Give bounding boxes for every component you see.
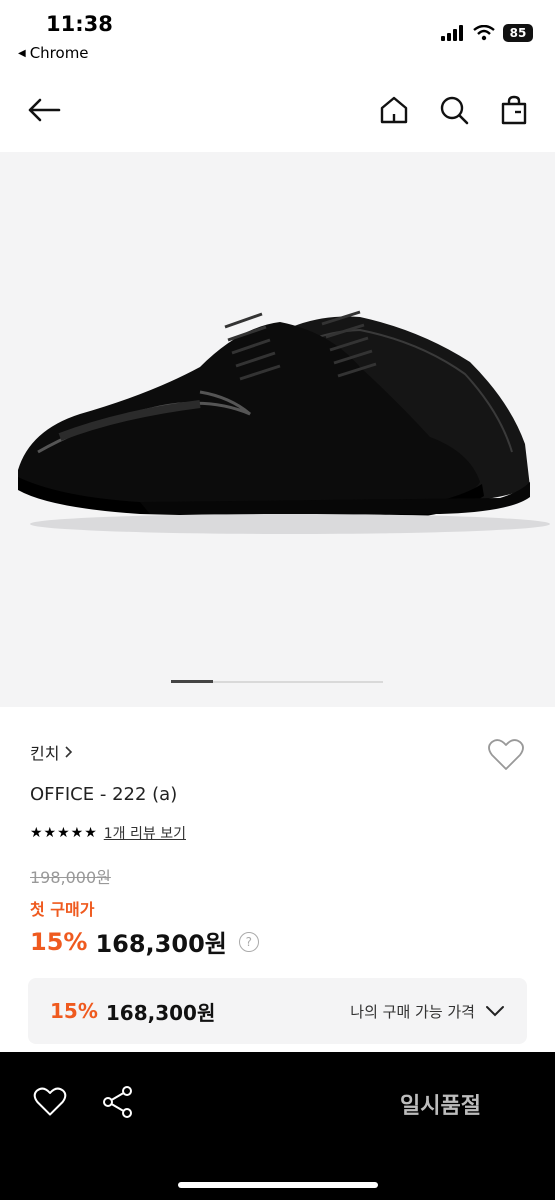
star-rating: ★★★★★ xyxy=(30,825,98,841)
search-icon[interactable] xyxy=(436,92,472,128)
status-time: 11:38 xyxy=(46,12,113,36)
chevron-right-icon xyxy=(65,746,73,758)
status-bar: 11:38 ◀ Chrome 85 xyxy=(0,0,555,72)
sold-out-button[interactable]: 일시품절 xyxy=(400,1088,481,1120)
shopping-bag-icon[interactable] xyxy=(496,92,532,128)
my-price-value: 168,300원 xyxy=(105,1000,216,1025)
back-app-label: Chrome xyxy=(29,44,89,62)
chevron-down-icon xyxy=(486,1006,504,1017)
review-link[interactable]: 1개 리뷰 보기 xyxy=(104,823,186,843)
carousel-indicator xyxy=(171,680,383,683)
brand-link[interactable]: 킨치 xyxy=(30,740,73,764)
my-price-discount: 15% xyxy=(50,999,98,1023)
product-image xyxy=(18,310,550,534)
product-image-carousel[interactable] xyxy=(0,152,555,707)
my-price-dropdown[interactable]: 15% 168,300원 나의 구매 가능 가격 xyxy=(28,978,527,1044)
sale-price-row: 15% 168,300원 ? xyxy=(30,924,259,959)
top-nav xyxy=(0,80,555,140)
home-icon[interactable] xyxy=(376,92,412,128)
discount-percent: 15% xyxy=(30,927,88,956)
status-indicators: 85 xyxy=(441,24,533,42)
bottom-action-bar: 일시품절 xyxy=(0,1052,555,1200)
my-price-label: 나의 구매 가능 가격 xyxy=(350,1002,475,1021)
product-title: OFFICE - 222 (a) xyxy=(30,784,178,805)
bottom-wishlist-button[interactable] xyxy=(32,1084,72,1124)
carousel-indicator-active xyxy=(171,680,214,683)
back-triangle-icon: ◀ xyxy=(18,47,26,59)
brand-name: 킨치 xyxy=(30,744,60,763)
share-button[interactable] xyxy=(100,1084,140,1124)
heart-icon xyxy=(488,739,524,770)
sale-price: 168,300원 xyxy=(95,930,227,958)
signal-icon xyxy=(441,25,463,41)
wishlist-heart-button[interactable] xyxy=(486,735,526,775)
rating-row: ★★★★★ 1개 리뷰 보기 xyxy=(30,823,186,843)
first-purchase-label: 첫 구매가 xyxy=(30,900,95,919)
share-icon xyxy=(103,1086,132,1118)
heart-icon xyxy=(33,1087,67,1116)
original-price: 198,000원 xyxy=(30,868,111,887)
wifi-icon xyxy=(473,25,495,41)
back-arrow-icon[interactable] xyxy=(26,92,62,128)
battery-indicator: 85 xyxy=(503,24,533,42)
home-indicator xyxy=(178,1182,378,1188)
help-icon[interactable]: ? xyxy=(238,931,259,952)
back-to-app-link[interactable]: ◀ Chrome xyxy=(18,44,89,62)
